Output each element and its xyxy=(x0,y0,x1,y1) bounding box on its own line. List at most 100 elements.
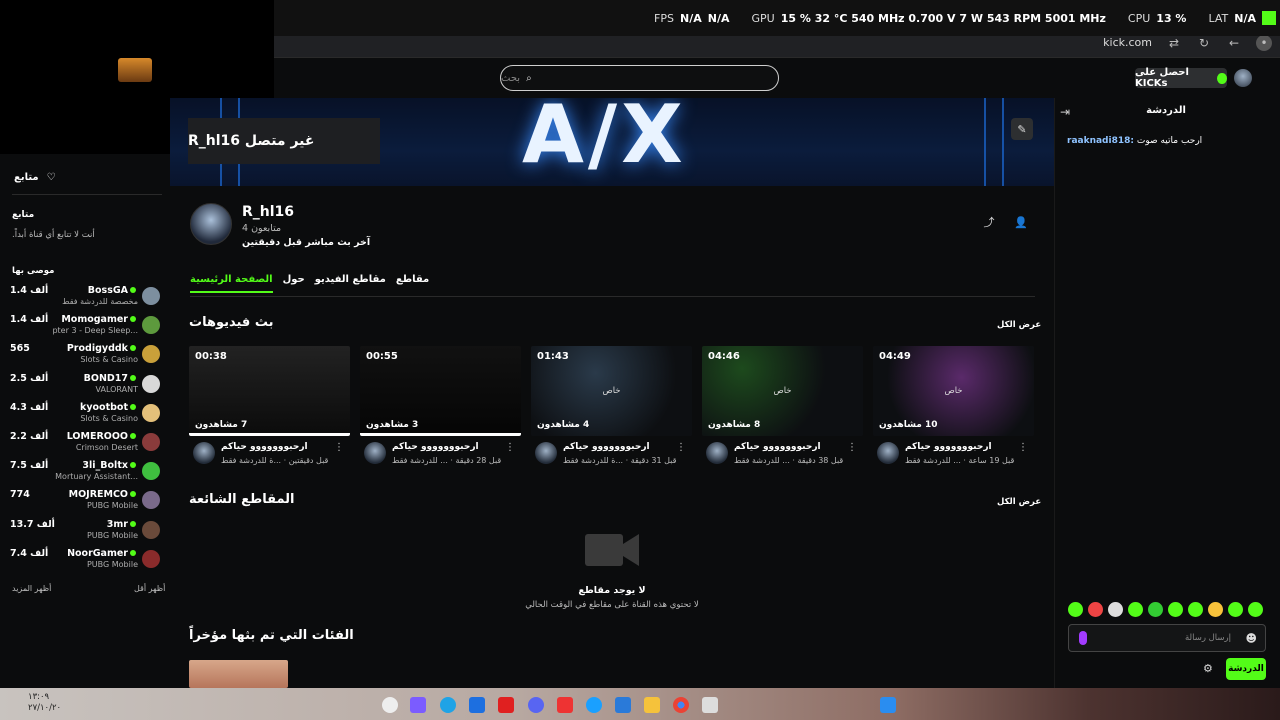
category-thumbnail[interactable] xyxy=(189,660,288,688)
more-options-icon[interactable]: ⋮ xyxy=(676,442,686,453)
taskbar-app-icon[interactable] xyxy=(557,697,573,713)
follow-button[interactable]: 👤 xyxy=(1011,212,1031,232)
channel-category: Slots & Casino xyxy=(80,413,138,423)
microphone-icon[interactable] xyxy=(1079,631,1087,645)
sidebar-channel[interactable]: 1.4 ألف BossGA مخصصة للدردشة فقط xyxy=(10,285,162,311)
sidebar-channel[interactable]: 7.4 ألف NoorGamer PUBG Mobile xyxy=(10,548,162,574)
emote-icon[interactable] xyxy=(1068,602,1083,617)
sidebar-channel[interactable]: 2.2 ألف LOMEROOO Crimson Desert xyxy=(10,431,162,457)
store-icon[interactable] xyxy=(615,697,631,713)
vod-thumbnail[interactable]: 01:43 خاص 4 مشاهدون xyxy=(531,346,692,436)
start-icon[interactable] xyxy=(880,697,896,713)
back-icon[interactable]: ← xyxy=(1226,35,1242,51)
sidebar-channel[interactable]: 4.3 ألف kyootbot Slots & Casino xyxy=(10,402,162,428)
vod-title[interactable]: ارحبووووووو حياكم xyxy=(563,442,650,452)
emote-icon[interactable] xyxy=(1228,602,1243,617)
channel-name: LOMEROOO xyxy=(67,431,138,442)
tab-about[interactable]: حول xyxy=(283,274,305,293)
avatar xyxy=(142,345,160,364)
sidebar-channel[interactable]: 2.5 ألف BOND17 VALORANT xyxy=(10,373,162,399)
profile-icon[interactable]: • xyxy=(1256,34,1272,51)
vod-card[interactable]: 00:38 7 مشاهدون ارحبووووووو حياكم قبل دقيقت… xyxy=(189,346,350,470)
taskbar-clock[interactable]: ١٣:٠٩ ٢٧/١٠/٢٠ xyxy=(28,692,61,714)
chat-send-button[interactable]: الدردشة xyxy=(1226,658,1266,680)
onedrive-icon[interactable] xyxy=(586,697,602,713)
chrome-icon[interactable] xyxy=(673,697,689,713)
emote-icon[interactable] xyxy=(1108,602,1123,617)
channel-viewers: 13.7 ألف xyxy=(10,518,55,530)
more-options-icon[interactable]: ⋮ xyxy=(847,442,857,453)
emote-icon[interactable] xyxy=(1168,602,1183,617)
tab-clips[interactable]: مقاطع xyxy=(396,274,429,293)
channel-category: Crimson Desert xyxy=(75,443,138,452)
sidebar-channel[interactable]: 774 MOJREMCO PUBG Mobile xyxy=(10,489,162,515)
tab-videos[interactable]: مقاطع الفيديو xyxy=(315,274,386,293)
vod-meta: ارحبووووووو حياكم قبل 31 دقيقة · ...ة للد… xyxy=(531,440,692,470)
following-heading: متابع xyxy=(12,210,35,220)
user-avatar[interactable] xyxy=(1234,69,1252,87)
edit-banner-button[interactable]: ✎ xyxy=(1011,118,1033,140)
vod-card[interactable]: 04:46 خاص 8 مشاهدون ارحبووووووو حياكم قبل 38… xyxy=(702,346,863,470)
emote-icon[interactable] xyxy=(1188,602,1203,617)
site-settings-icon[interactable]: ⇄ xyxy=(1166,35,1182,51)
channel-avatar[interactable] xyxy=(190,203,232,245)
sidebar-following-toggle[interactable]: ♡ متابع xyxy=(14,172,56,183)
more-options-icon[interactable]: ⋮ xyxy=(334,442,344,453)
tab-home[interactable]: الصفحة الرئيسية xyxy=(190,274,273,293)
reload-icon[interactable]: ↻ xyxy=(1196,35,1212,51)
vod-thumbnail[interactable]: 00:55 3 مشاهدون xyxy=(360,346,521,436)
emoji-icon[interactable]: ☻ xyxy=(1246,632,1257,645)
show-less-link[interactable]: أظهر أقل xyxy=(134,584,165,593)
outlook-icon[interactable] xyxy=(469,697,485,713)
vod-title[interactable]: ارحبووووووو حياكم xyxy=(221,442,308,452)
clock-time: ١٣:٠٩ xyxy=(28,692,50,702)
vod-title[interactable]: ارحبووووووو حياكم xyxy=(734,442,821,452)
get-kicks-button[interactable]: احصل على KICKs xyxy=(1135,67,1227,89)
more-options-icon[interactable]: ⋮ xyxy=(505,442,515,453)
vod-card[interactable]: 00:55 3 مشاهدون ارحبووووووو حياكم قبل 28 دق… xyxy=(360,346,521,470)
vod-thumbnail[interactable]: 00:38 7 مشاهدون xyxy=(189,346,350,436)
url-text[interactable]: kick.com xyxy=(1103,36,1152,49)
chat-settings-icon[interactable]: ⚙ xyxy=(1203,662,1213,675)
vods-show-all[interactable]: عرض الكل xyxy=(997,320,1041,330)
clips-show-all[interactable]: عرض الكل xyxy=(997,497,1041,507)
youtube-icon[interactable] xyxy=(498,697,514,713)
avatar xyxy=(142,433,160,451)
vods-title: بث فيديوهات xyxy=(189,315,274,330)
sidebar-channel[interactable]: 565 Prodigyddk Slots & Casino xyxy=(10,343,162,369)
avatar xyxy=(142,491,160,510)
channel-name-text: BOND17 xyxy=(83,372,128,384)
collapse-chat-icon[interactable]: ⇥ xyxy=(1060,105,1070,119)
vod-progress-bar xyxy=(360,433,521,436)
more-options-icon[interactable]: ⋮ xyxy=(1018,442,1028,453)
emote-icon[interactable] xyxy=(1248,602,1263,617)
vod-thumbnail[interactable]: 04:46 خاص 8 مشاهدون xyxy=(702,346,863,436)
emote-icon[interactable] xyxy=(1148,602,1163,617)
share-button[interactable]: ⤴ xyxy=(979,212,999,232)
taskbar-app-icon[interactable] xyxy=(382,697,398,713)
taskbar-app-icon[interactable] xyxy=(702,697,718,713)
vod-thumbnail[interactable]: 04:49 خاص 10 مشاهدون xyxy=(873,346,1034,436)
file-explorer-icon[interactable] xyxy=(644,697,660,713)
vod-card[interactable]: 04:49 خاص 10 مشاهدون ارحبووووووو حياكم قبل 1… xyxy=(873,346,1034,470)
vod-views: 8 مشاهدون xyxy=(708,420,761,430)
emote-icon[interactable] xyxy=(1208,602,1223,617)
edge-icon[interactable] xyxy=(440,697,456,713)
channel-viewers: 1.4 ألف xyxy=(10,314,49,326)
emote-icon[interactable] xyxy=(1128,602,1143,617)
show-more-link[interactable]: أظهر المزيد xyxy=(12,584,51,593)
sidebar-channel[interactable]: 7.5 ألف 3li_Boltx ...Mortuary Assistant xyxy=(10,460,162,486)
vod-title[interactable]: ارحبووووووو حياكم xyxy=(392,442,479,452)
emote-icon[interactable] xyxy=(1088,602,1103,617)
vod-title[interactable]: ارحبووووووو حياكم xyxy=(905,442,992,452)
discord-icon[interactable] xyxy=(528,697,544,713)
search-input[interactable]: ⌕ بحث xyxy=(500,65,779,91)
chat-username[interactable]: raaknadi818: xyxy=(1067,136,1134,146)
vod-meta: ارحبووووووو حياكم قبل 28 دقيقة · ... للدر… xyxy=(360,440,521,470)
taskbar-app-icon[interactable] xyxy=(410,697,426,713)
sidebar-channel[interactable]: 1.4 ألف Momogamer ...pter 3 - Deep Sleep xyxy=(10,314,162,340)
channel-name: NoorGamer xyxy=(67,548,138,559)
sidebar-channel[interactable]: 13.7 ألف 3mr PUBG Mobile xyxy=(10,519,162,545)
chat-input[interactable]: إرسال رسالة ☻ xyxy=(1068,624,1266,652)
vod-card[interactable]: 01:43 خاص 4 مشاهدون ارحبووووووو حياكم قبل 31… xyxy=(531,346,692,470)
